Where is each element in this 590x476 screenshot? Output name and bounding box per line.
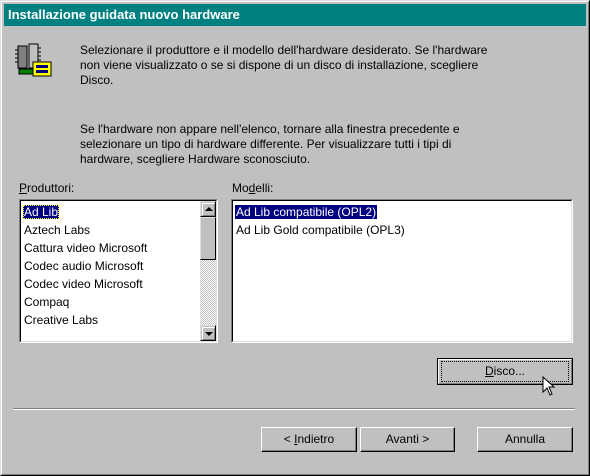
manufacturers-label: Produttori: <box>19 181 75 195</box>
scroll-down-button[interactable] <box>200 325 216 341</box>
hardware-chips-icon <box>15 43 52 77</box>
wizard-window: Installazione guidata nuovo hardware Sel… <box>0 0 590 476</box>
cancel-button-label: Annulla <box>504 432 546 446</box>
disk-button-label: Disco... <box>484 364 525 378</box>
list-item[interactable]: Ad Lib compatibile (OPL2) <box>233 203 571 221</box>
list-item[interactable]: Cattura video Microsoft <box>21 239 216 257</box>
list-item[interactable]: Aztech Labs <box>21 221 216 239</box>
intro-paragraph-2: Se l'hardware non appare nell'elenco, to… <box>80 122 570 167</box>
scroll-up-button[interactable] <box>200 201 216 217</box>
window-title: Installazione guidata nuovo hardware <box>8 7 240 22</box>
next-button-label: Avanti > <box>385 432 430 446</box>
models-list[interactable]: Ad Lib compatibile (OPL2) Ad Lib Gold co… <box>231 199 573 343</box>
intro-line: Disco. <box>80 73 114 87</box>
back-button-label: < Indietro <box>283 432 335 446</box>
arrow-up-icon <box>205 207 213 211</box>
intro-line: Se l'hardware non appare nell'elenco, to… <box>80 122 460 136</box>
arrow-down-icon <box>205 332 213 336</box>
intro-line: non viene visualizzato o se si dispone d… <box>80 58 479 72</box>
mouse-pointer-icon <box>542 376 556 396</box>
intro-line: selezionare un tipo di hardware differen… <box>80 137 452 151</box>
separator <box>13 408 575 410</box>
intro-paragraph-1: Selezionare il produttore e il modello d… <box>80 43 570 88</box>
list-item[interactable]: Creative Labs <box>21 311 216 329</box>
list-item[interactable]: Ad Lib Gold compatibile (OPL3) <box>233 221 571 239</box>
title-bar[interactable]: Installazione guidata nuovo hardware <box>4 4 586 26</box>
manufacturers-list[interactable]: Ad Lib Aztech Labs Cattura video Microso… <box>19 199 218 343</box>
scroll-thumb[interactable] <box>200 217 216 260</box>
intro-line: Selezionare il produttore e il modello d… <box>80 43 488 57</box>
cancel-button[interactable]: Annulla <box>477 427 573 452</box>
list-item[interactable]: Ad Lib <box>21 203 216 221</box>
list-item[interactable]: Codec audio Microsoft <box>21 257 216 275</box>
manufacturers-scrollbar[interactable] <box>200 201 216 341</box>
list-item[interactable]: Codec video Microsoft <box>21 275 216 293</box>
back-button[interactable]: < Indietro <box>261 427 357 452</box>
next-button[interactable]: Avanti > <box>360 427 455 452</box>
intro-line: hardware, scegliere Hardware sconosciuto… <box>80 152 311 166</box>
models-label: Modelli: <box>232 181 274 195</box>
manufacturers-items: Ad Lib Aztech Labs Cattura video Microso… <box>21 201 216 329</box>
list-item[interactable]: Compaq <box>21 293 216 311</box>
models-items: Ad Lib compatibile (OPL2) Ad Lib Gold co… <box>233 201 571 239</box>
